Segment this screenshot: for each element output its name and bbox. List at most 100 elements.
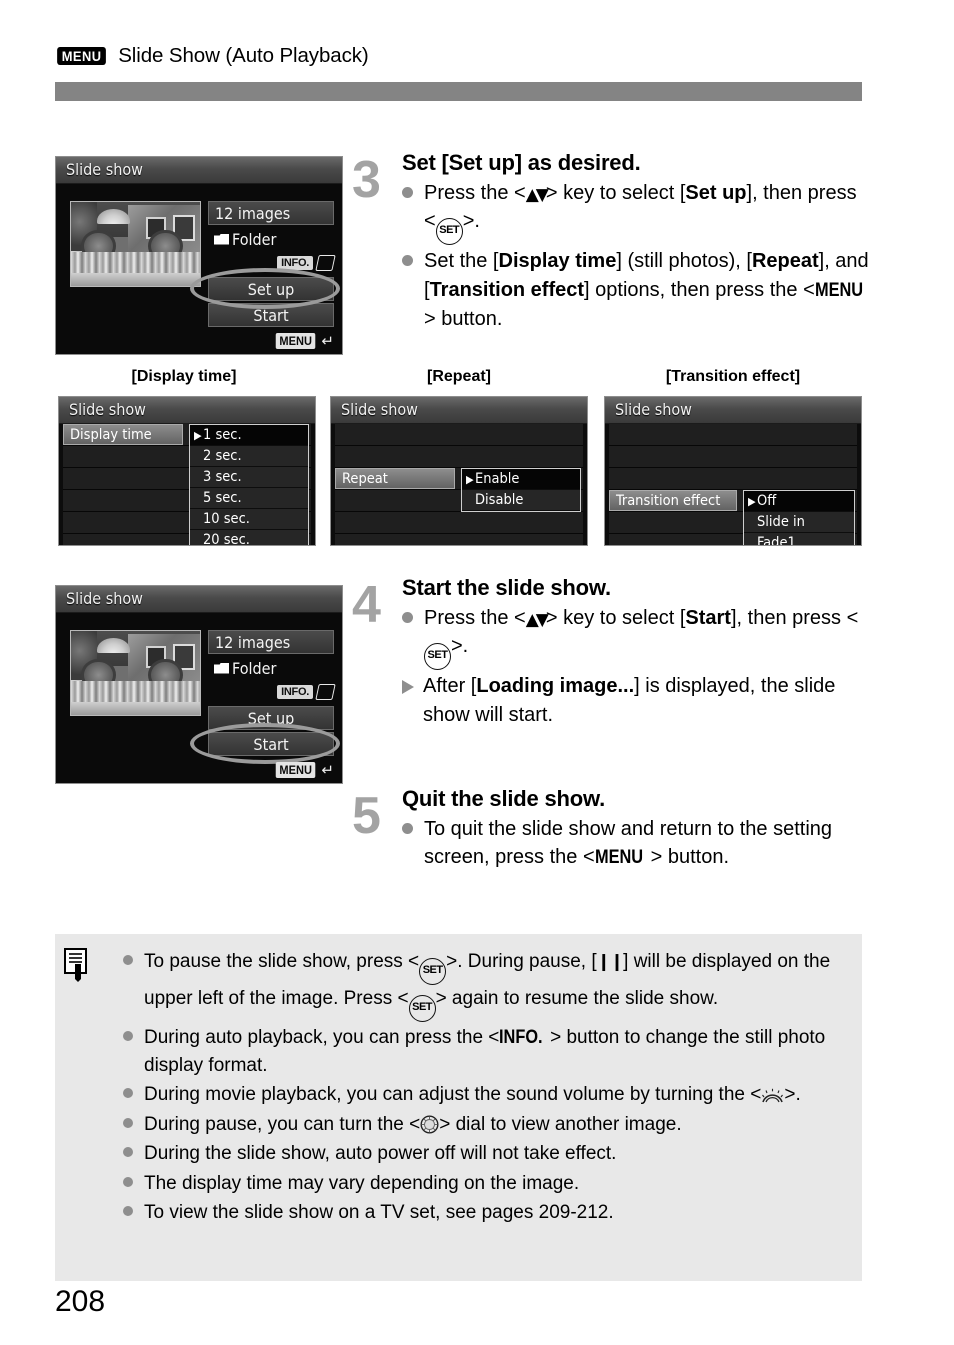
option-list-repeat[interactable]: ▶ Enable Disable [461,468,581,512]
option-item[interactable]: 3 sec. [190,467,308,488]
option-item[interactable]: Slide in [744,512,854,533]
t: During movie playback, you can adjust th… [144,1084,762,1106]
bullet-dot-icon [402,823,413,834]
t: ] options, then press the < [584,278,815,301]
lcd-title-text: Slide show [69,400,146,419]
step-3-bullet-2-text: Set the [Display time] (still photos), [… [424,247,872,333]
return-arrow-icon: ↵ [321,332,334,350]
t: Slide in [757,514,805,530]
bullet-dot-icon [123,1176,133,1187]
setting-label-repeat[interactable]: Repeat [335,468,455,489]
highlight-ellipse-start [190,723,340,764]
preview-thumbnail [70,201,201,287]
menu-return-hint: MENU ↵ [274,762,334,778]
t: > key to select [ [545,607,686,629]
row-image-count[interactable]: 12 images [208,630,334,654]
t: 2 sec. [203,448,242,464]
step-3-number: 3 [352,151,381,209]
info-badge-icon: INFO. [277,685,313,699]
t: Press the < [424,182,526,204]
t: Display time [498,250,617,273]
step-4-bullet-2-text: After [Loading image...] is displayed, t… [423,672,872,729]
step-5-number: 5 [352,787,381,845]
lcd-body: Repeat ▶ Enable Disable [331,424,587,545]
note-item-text: During auto playback, you can press the … [144,1024,844,1079]
note-icon [64,948,90,982]
t: 20 sec. [203,532,250,546]
option-item[interactable]: Disable [462,490,580,511]
option-item[interactable]: ▶ Off [744,491,854,512]
note-list: To pause the slide show, press < SET >. Du… [123,948,844,1229]
page-number: 208 [55,1285,106,1318]
option-list-display-time[interactable]: ▶ 1 sec. 2 sec. 3 sec. 5 sec. 10 sec. 20 … [189,424,309,546]
caption-repeat: [Repeat] [426,368,491,385]
bullet-dot-icon [123,1088,133,1099]
image-count-label: 12 images [215,632,291,652]
t: >. [451,635,469,658]
lcd-titlebar: Slide show [59,397,315,424]
row-image-count[interactable]: 12 images [208,201,334,225]
up-down-key-icon: ▲▼ [525,185,549,205]
t: Repeat [751,250,819,273]
bullet-dot-icon [123,1147,133,1158]
t: To pause the slide show, press < [144,951,420,972]
step-3-bullet-1: Press the <▲▼> key to select [Set up], t… [402,179,872,246]
step-3-heading: Set [Set up] as desired. [402,150,641,175]
t: ], then press < [730,607,859,629]
highlight-ellipse-setup [190,268,340,309]
step-5-heading: Quit the slide show. [402,786,605,811]
note-item-text: To view the slide show on a TV set, see … [144,1202,614,1224]
lcd-titlebar: Slide show [605,397,861,424]
t: ] (still photos), [ [616,250,752,273]
note-item-text: During movie playback, you can adjust th… [144,1081,844,1109]
t: Disable [475,492,524,508]
rating-tag-icon [315,255,336,271]
option-item[interactable]: ▶ 1 sec. [190,425,308,446]
setting-label-transition-effect[interactable]: Transition effect [609,490,737,511]
t: > key to select [ [545,182,686,204]
option-item[interactable]: 10 sec. [190,509,308,530]
setting-label-display-time[interactable]: Display time [63,424,183,445]
bullet-dot-icon [123,955,133,965]
bullet-dot-icon [123,1117,133,1128]
note-item: During auto playback, you can press the … [123,1024,844,1079]
t: > button. [424,307,503,330]
lcd-body: Transition effect ▶Off Slide in Fade1 Fa… [605,424,861,545]
t: > button. [650,846,730,869]
t: Off [757,493,777,509]
lcd-titlebar: Slide show [56,586,342,613]
option-item[interactable]: Fade1 [744,533,854,545]
option-item[interactable]: 5 sec. [190,488,308,509]
menu-button-icon: MENU [814,279,863,301]
note-item: The display time may vary depending on t… [123,1170,844,1198]
step-5-bullet-1: To quit the slide show and return to the… [402,815,872,872]
t: Press the < [424,607,526,629]
lcd-title-text: Slide show [66,589,143,608]
bullet-dot-icon [402,612,413,623]
info-button-icon: INFO. [499,1027,543,1048]
camera-screen-start: Slide show 12 images Folder INFO. Set up… [55,585,343,784]
option-list-transition-effect[interactable]: ▶Off Slide in Fade1 Fade2 [743,490,855,545]
menu-chip-icon: MENU [275,333,316,349]
option-item[interactable]: 20 sec. [190,530,308,546]
set-button-icon: SET [419,958,447,985]
t: Set the [ [424,250,499,273]
rating-tag-icon [315,684,336,700]
folder-icon [214,233,229,245]
step-4-bullet-1-text: Press the <▲▼> key to select [Start], th… [424,604,872,671]
up-down-key-icon: ▲▼ [525,610,549,630]
quick-control-dial-icon [420,1115,439,1134]
t: Repeat [342,470,388,487]
set-button-icon: SET [435,218,463,246]
lcd-title-text: Slide show [66,160,143,179]
menu-return-hint: MENU ↵ [274,333,334,349]
t: Transition effect [616,492,721,509]
step-3-bullet-2: Set the [Display time] (still photos), [… [402,247,872,333]
option-item[interactable]: 2 sec. [190,446,308,467]
option-item[interactable]: ▶ Enable [462,469,580,490]
note-item-text: To pause the slide show, press < SET >. Du… [144,948,844,1022]
row-folder[interactable]: Folder [208,227,334,251]
note-item: During the slide show, auto power off wi… [123,1140,844,1168]
lcd-title-text: Slide show [615,400,692,419]
row-folder[interactable]: Folder [208,656,334,680]
